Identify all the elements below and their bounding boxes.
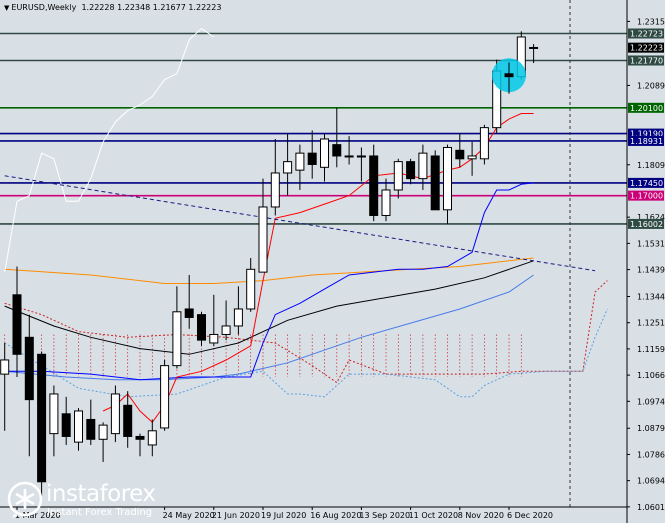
brand-logo: instaforex Instant Forex Trading xyxy=(6,480,206,520)
candle-body xyxy=(12,294,22,355)
candle-body xyxy=(172,311,182,367)
candle-body xyxy=(356,155,366,158)
asterisk-bubble-icon xyxy=(7,481,43,518)
highlighted-candle-body xyxy=(504,73,514,78)
y-tick-label: 1.18090 xyxy=(637,161,665,170)
candle-body xyxy=(49,393,59,435)
price-tag: 1.18931 xyxy=(628,135,664,146)
candle-body xyxy=(270,172,280,208)
candle xyxy=(430,150,440,211)
price-tag-label: 1.16002 xyxy=(630,220,663,229)
chart-background xyxy=(0,0,665,523)
candle xyxy=(369,144,379,222)
x-tick-label: 6 Dec 2020 xyxy=(507,511,553,520)
price-tag: 1.17450 xyxy=(628,177,664,188)
candle-body xyxy=(221,325,231,335)
candle-body xyxy=(233,308,243,327)
candle xyxy=(160,359,170,431)
y-tick-label: 1.20890 xyxy=(637,81,665,90)
candle-body xyxy=(258,206,268,273)
candle-body xyxy=(209,333,219,344)
candle-body xyxy=(184,308,194,318)
candle-body xyxy=(418,152,428,180)
candle-body xyxy=(307,152,317,165)
x-tick-label: 16 Aug 2020 xyxy=(310,511,361,520)
candle-body xyxy=(98,424,108,440)
candle-body xyxy=(86,418,96,440)
candle-body xyxy=(123,404,133,437)
x-tick-label: 19 Jul 2020 xyxy=(261,511,306,520)
candle-body xyxy=(295,152,305,171)
candle-body xyxy=(135,435,145,440)
candle-body xyxy=(37,353,47,483)
candle-body xyxy=(467,155,477,160)
y-tick-label: 1.12515 xyxy=(637,319,665,328)
candle-body xyxy=(381,189,391,216)
y-tick-label: 1.08790 xyxy=(637,424,665,433)
price-tag-label: 1.17000 xyxy=(630,192,663,201)
brand-name: instaforex xyxy=(46,481,156,507)
price-tag-label: 1.22723 xyxy=(630,29,663,38)
candle-body xyxy=(443,146,452,211)
x-tick-label: 8 Nov 2020 xyxy=(458,511,504,520)
y-tick-label: 1.06015 xyxy=(637,503,665,512)
candle-body xyxy=(479,127,489,160)
symbol-label: EURUSD,Weekly xyxy=(11,3,77,12)
ohlc-label: 1.22228 1.22348 1.21677 1.22223 xyxy=(81,3,222,12)
price-tag: 1.17000 xyxy=(628,190,664,201)
x-tick-label: 13 Sep 2020 xyxy=(359,511,410,520)
y-tick-label: 1.15315 xyxy=(637,239,665,248)
price-tag: 1.20100 xyxy=(628,102,664,113)
price-tag: 1.16002 xyxy=(628,218,664,229)
candle-body xyxy=(61,413,71,437)
candle-body xyxy=(24,336,34,401)
price-tag-label: 1.22223 xyxy=(630,44,663,53)
y-tick-label: 1.14390 xyxy=(637,266,665,275)
candle-body xyxy=(369,155,379,216)
candle xyxy=(37,351,47,496)
candle-body xyxy=(74,410,83,443)
candle-body xyxy=(393,161,403,191)
candle-body xyxy=(344,155,354,158)
y-tick-label: 1.06940 xyxy=(637,477,665,486)
candle-body xyxy=(197,314,206,341)
price-tag-label: 1.17450 xyxy=(630,179,663,188)
dropdown-triangle-icon[interactable]: ▼ xyxy=(4,4,9,12)
y-tick-label: 1.10665 xyxy=(637,371,665,380)
price-tags: 1.227231.222231.217701.201001.191901.189… xyxy=(628,28,664,229)
x-tick-label: 11 Oct 2020 xyxy=(409,511,458,520)
y-tick-label: 1.13440 xyxy=(637,292,665,301)
chart-header: ▼ EURUSD,Weekly 1.22228 1.22348 1.21677 1… xyxy=(4,3,221,12)
price-tag-label: 1.18931 xyxy=(630,137,663,146)
price-tag: 1.22723 xyxy=(628,28,664,39)
candle xyxy=(479,124,489,165)
y-tick-label: 1.11590 xyxy=(637,345,665,354)
candle-body xyxy=(332,144,342,157)
candle-body xyxy=(430,155,440,211)
price-tag-label: 1.21770 xyxy=(630,56,663,65)
candle xyxy=(110,385,120,443)
price-tag: 1.22223 xyxy=(628,42,664,53)
candle-body xyxy=(283,161,293,174)
brand-tagline: Instant Forex Trading xyxy=(47,507,153,518)
candle-body xyxy=(406,161,416,180)
candle-body xyxy=(110,393,120,435)
candle-body xyxy=(160,365,170,429)
y-tick-label: 1.09740 xyxy=(637,397,665,406)
candle-body xyxy=(320,138,329,168)
candle-body xyxy=(455,149,465,160)
y-tick-label: 1.23150 xyxy=(637,17,665,26)
price-tag-label: 1.20100 xyxy=(630,104,663,113)
candle-body xyxy=(246,268,256,310)
candle-body xyxy=(147,430,157,446)
price-chart: 1.231501.208901.180901.162401.153151.143… xyxy=(0,0,665,523)
price-tag: 1.21770 xyxy=(628,55,664,66)
y-tick-label: 1.07865 xyxy=(637,450,665,459)
chart-window: 1.231501.208901.180901.162401.153151.143… xyxy=(0,0,665,523)
x-tick-label: 21 Jun 2020 xyxy=(212,511,260,520)
candle-body xyxy=(0,359,10,375)
